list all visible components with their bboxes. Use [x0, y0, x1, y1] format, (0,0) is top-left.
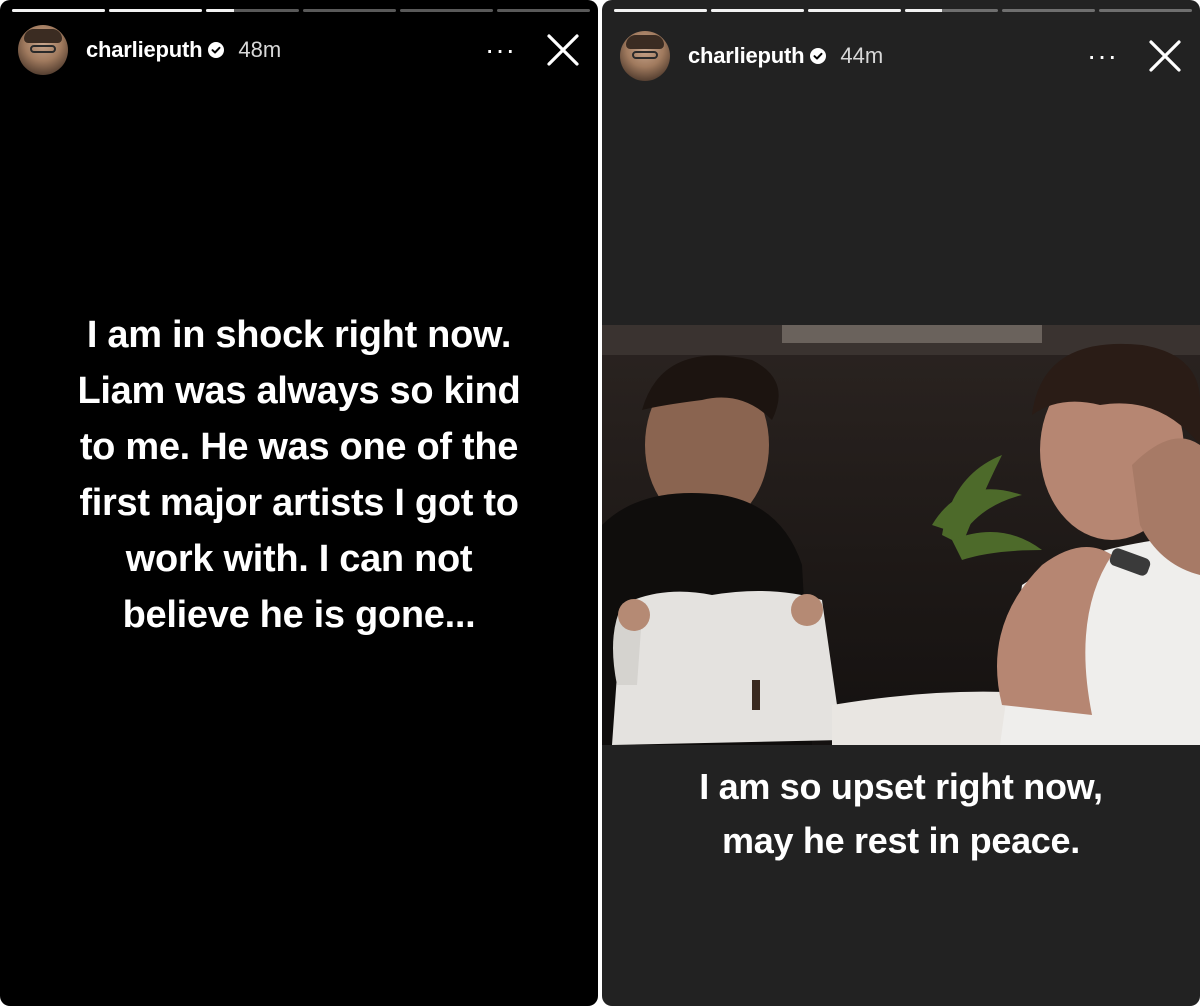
avatar[interactable] — [18, 25, 68, 75]
progress-segment — [1099, 9, 1192, 12]
caption-line: believe he is gone... — [122, 594, 476, 636]
story-progress-bar — [614, 9, 1192, 12]
progress-segment — [497, 9, 590, 12]
caption-line: I am so upset right now, — [699, 766, 1103, 807]
progress-segment — [303, 9, 396, 12]
username[interactable]: charlieputh — [86, 37, 203, 63]
caption-line: may he rest in peace. — [722, 820, 1080, 861]
story-header: charlieputh 48m ··· — [18, 24, 588, 76]
verified-badge-icon — [810, 48, 827, 64]
timestamp: 48m — [238, 37, 282, 62]
story-progress-bar — [12, 9, 590, 12]
story-header: charlieputh 44m ··· — [620, 30, 1190, 82]
progress-segment — [1002, 9, 1095, 12]
caption-line: work with. I can not — [125, 538, 473, 580]
story-left: charlieputh 48m ··· I am in shock right … — [0, 0, 598, 1006]
progress-segment — [711, 9, 804, 12]
story-composite: charlieputh 48m ··· I am in shock right … — [0, 0, 1200, 1006]
story-caption: I am so upset right now, may he rest in … — [602, 760, 1200, 868]
more-options-icon[interactable]: ··· — [1087, 42, 1118, 70]
caption-line: I am in shock right now. — [86, 314, 512, 356]
caption-line: to me. He was one of the — [79, 426, 519, 468]
progress-segment — [905, 9, 998, 12]
progress-segment — [12, 9, 105, 12]
story-right: charlieputh 44m ··· I am so upset right … — [602, 0, 1200, 1006]
close-icon[interactable] — [1148, 39, 1182, 73]
story-caption: I am in shock right now. Liam was always… — [0, 307, 598, 643]
verified-badge-icon — [208, 42, 225, 58]
username[interactable]: charlieputh — [688, 43, 805, 69]
progress-segment — [808, 9, 901, 12]
caption-line: first major artists I got to — [79, 482, 519, 524]
video-frame[interactable] — [602, 325, 1200, 745]
progress-segment — [206, 9, 299, 12]
progress-segment — [400, 9, 493, 12]
progress-segment — [109, 9, 202, 12]
timestamp: 44m — [840, 43, 884, 68]
video-still — [602, 325, 1200, 745]
caption-line: Liam was always so kind — [77, 370, 521, 412]
progress-segment — [614, 9, 707, 12]
avatar[interactable] — [620, 31, 670, 81]
more-options-icon[interactable]: ··· — [485, 36, 516, 64]
close-icon[interactable] — [546, 33, 580, 67]
